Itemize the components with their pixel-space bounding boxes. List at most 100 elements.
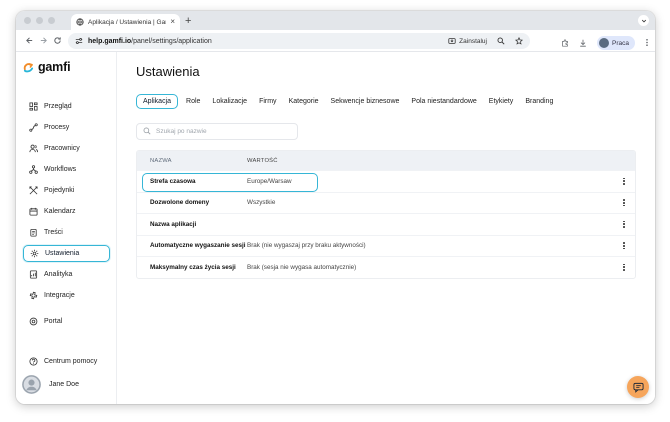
tab-search-button[interactable] [638, 15, 649, 26]
search-icon [143, 127, 151, 137]
page-title: Ustawienia [136, 64, 200, 79]
search-box [136, 123, 298, 140]
chat-button[interactable] [627, 376, 649, 398]
settings-tabs: Aplikacja Role Lokalizacje Firmy Kategor… [136, 94, 559, 109]
install-app-button[interactable]: Zainstaluj [448, 37, 487, 45]
sidebar-item-pojedynki[interactable]: Pojedynki [23, 182, 110, 199]
user-menu[interactable]: Jane Doe [22, 375, 79, 394]
search-input[interactable] [156, 128, 286, 135]
table-row[interactable]: Nazwa aplikacji [137, 213, 635, 235]
sidebar-item-analityka[interactable]: Analityka [23, 266, 110, 283]
tab-pola-niestandardowe[interactable]: Pola niestandardowe [405, 94, 482, 109]
tab-aplikacja[interactable]: Aplikacja [136, 94, 179, 109]
tab-lokalizacje[interactable]: Lokalizacje [206, 94, 253, 109]
table-row[interactable]: Strefa czasowa Europe/Warsaw [137, 170, 635, 192]
sidebar-item-przeglad[interactable]: Przegląd [23, 98, 110, 115]
tab-branding[interactable]: Branding [519, 94, 559, 109]
column-header-name: NAZWA [150, 157, 172, 164]
more-vertical-icon [623, 177, 626, 185]
zoom-icon[interactable] [497, 32, 505, 50]
globe-icon [76, 18, 84, 26]
more-vertical-icon [623, 263, 626, 271]
browser-window: Aplikacja / Ustawienia | Gamfi × + help.… [16, 11, 655, 404]
row-menu-button[interactable] [613, 220, 635, 228]
profile-label: Praca [612, 39, 629, 47]
sidebar-item-centrum-pomocy[interactable]: Centrum pomocy [23, 353, 110, 370]
analytics-icon [29, 270, 38, 279]
content-icon [29, 228, 38, 237]
user-avatar-icon [22, 375, 41, 394]
sidebar-item-workflows[interactable]: Workflows [23, 161, 110, 178]
back-icon[interactable] [22, 34, 36, 48]
more-vertical-icon [623, 242, 626, 250]
chevron-down-icon [641, 19, 646, 22]
app: gamfi Przegląd Procesy Pracownicy Workfl… [16, 52, 655, 404]
more-vertical-icon [623, 199, 626, 207]
address-bar[interactable]: help.gamfi.io/panel/settings/application… [68, 33, 530, 49]
sidebar-item-label: Integracje [44, 292, 75, 299]
integrations-icon [29, 291, 38, 300]
row-name: Automatyczne wygaszanie sesji [150, 242, 246, 250]
settings-icon [30, 249, 39, 258]
sidebar-item-label: Przegląd [44, 103, 72, 110]
forward-icon[interactable] [36, 34, 50, 48]
logo-text: gamfi [38, 60, 71, 74]
tab-etykiety[interactable]: Etykiety [483, 94, 520, 109]
install-icon [448, 38, 456, 44]
table-row[interactable]: Dozwolone domeny Wszystkie [137, 191, 635, 214]
table-row[interactable]: Maksymalny czas życia sesji Brak (sesja … [137, 256, 635, 278]
sidebar-item-procesy[interactable]: Procesy [23, 119, 110, 136]
row-name: Maksymalny czas życia sesji [150, 263, 236, 271]
row-name: Strefa czasowa [150, 177, 196, 185]
browser-toolbar: help.gamfi.io/panel/settings/application… [16, 30, 655, 52]
process-icon [29, 123, 38, 132]
url-host: help.gamfi.io [88, 37, 132, 45]
settings-table: NAZWA WARTOŚĆ Strefa czasowa Europe/Wars… [136, 150, 636, 279]
close-window-icon[interactable] [24, 17, 31, 24]
sidebar-item-ustawienia[interactable]: Ustawienia [23, 245, 110, 262]
more-vertical-icon [623, 220, 626, 228]
minimize-window-icon[interactable] [36, 17, 43, 24]
new-tab-button[interactable]: + [185, 14, 191, 28]
sidebar: gamfi Przegląd Procesy Pracownicy Workfl… [16, 52, 117, 404]
chat-icon [632, 382, 644, 393]
maximize-window-icon[interactable] [48, 17, 55, 24]
sidebar-item-kalendarz[interactable]: Kalendarz [23, 203, 110, 220]
row-menu-button[interactable] [613, 242, 635, 250]
address-bar-actions: Zainstaluj [448, 32, 524, 50]
sidebar-item-label: Procesy [44, 124, 70, 131]
sidebar-item-tresci[interactable]: Treści [23, 224, 110, 241]
row-menu-button[interactable] [613, 263, 635, 271]
sidebar-item-pracownicy[interactable]: Pracownicy [23, 140, 110, 157]
bookmark-star-icon[interactable] [514, 32, 524, 50]
profile-button[interactable]: Praca [597, 36, 635, 50]
tab-firmy[interactable]: Firmy [253, 94, 283, 109]
sidebar-item-integracje[interactable]: Integracje [23, 287, 110, 304]
row-value: Wszystkie [247, 199, 276, 207]
table-row[interactable]: Automatyczne wygaszanie sesji Brak (nie … [137, 234, 635, 257]
url-text: help.gamfi.io/panel/settings/application [88, 38, 212, 45]
browser-tab-title: Aplikacja / Ustawienia | Gamfi [88, 18, 167, 26]
extensions-icon[interactable] [561, 34, 569, 52]
tab-sekwencje-biznesowe[interactable]: Sekwencje biznesowe [325, 94, 406, 109]
window-controls [24, 17, 55, 24]
profile-avatar [599, 38, 610, 48]
sidebar-item-portal[interactable]: Portal [23, 313, 110, 330]
browser-menu-icon[interactable] [645, 34, 649, 52]
tab-role[interactable]: Role [180, 94, 206, 109]
browser-tab[interactable]: Aplikacja / Ustawienia | Gamfi × [71, 14, 180, 30]
table-header: NAZWA WARTOŚĆ [137, 151, 635, 170]
row-menu-button[interactable] [613, 199, 635, 207]
sidebar-item-label: Pracownicy [44, 145, 80, 152]
sidebar-item-label: Centrum pomocy [44, 358, 98, 365]
gamfi-logo[interactable]: gamfi [22, 60, 71, 74]
site-settings-icon[interactable] [75, 32, 83, 50]
row-menu-button[interactable] [613, 177, 635, 185]
close-tab-icon[interactable]: × [170, 18, 175, 26]
calendar-icon [29, 207, 38, 216]
sidebar-item-label: Ustawienia [45, 250, 80, 257]
avatar [22, 375, 41, 394]
reload-icon[interactable] [50, 34, 64, 48]
tab-kategorie[interactable]: Kategorie [283, 94, 325, 109]
download-icon[interactable] [579, 34, 587, 52]
